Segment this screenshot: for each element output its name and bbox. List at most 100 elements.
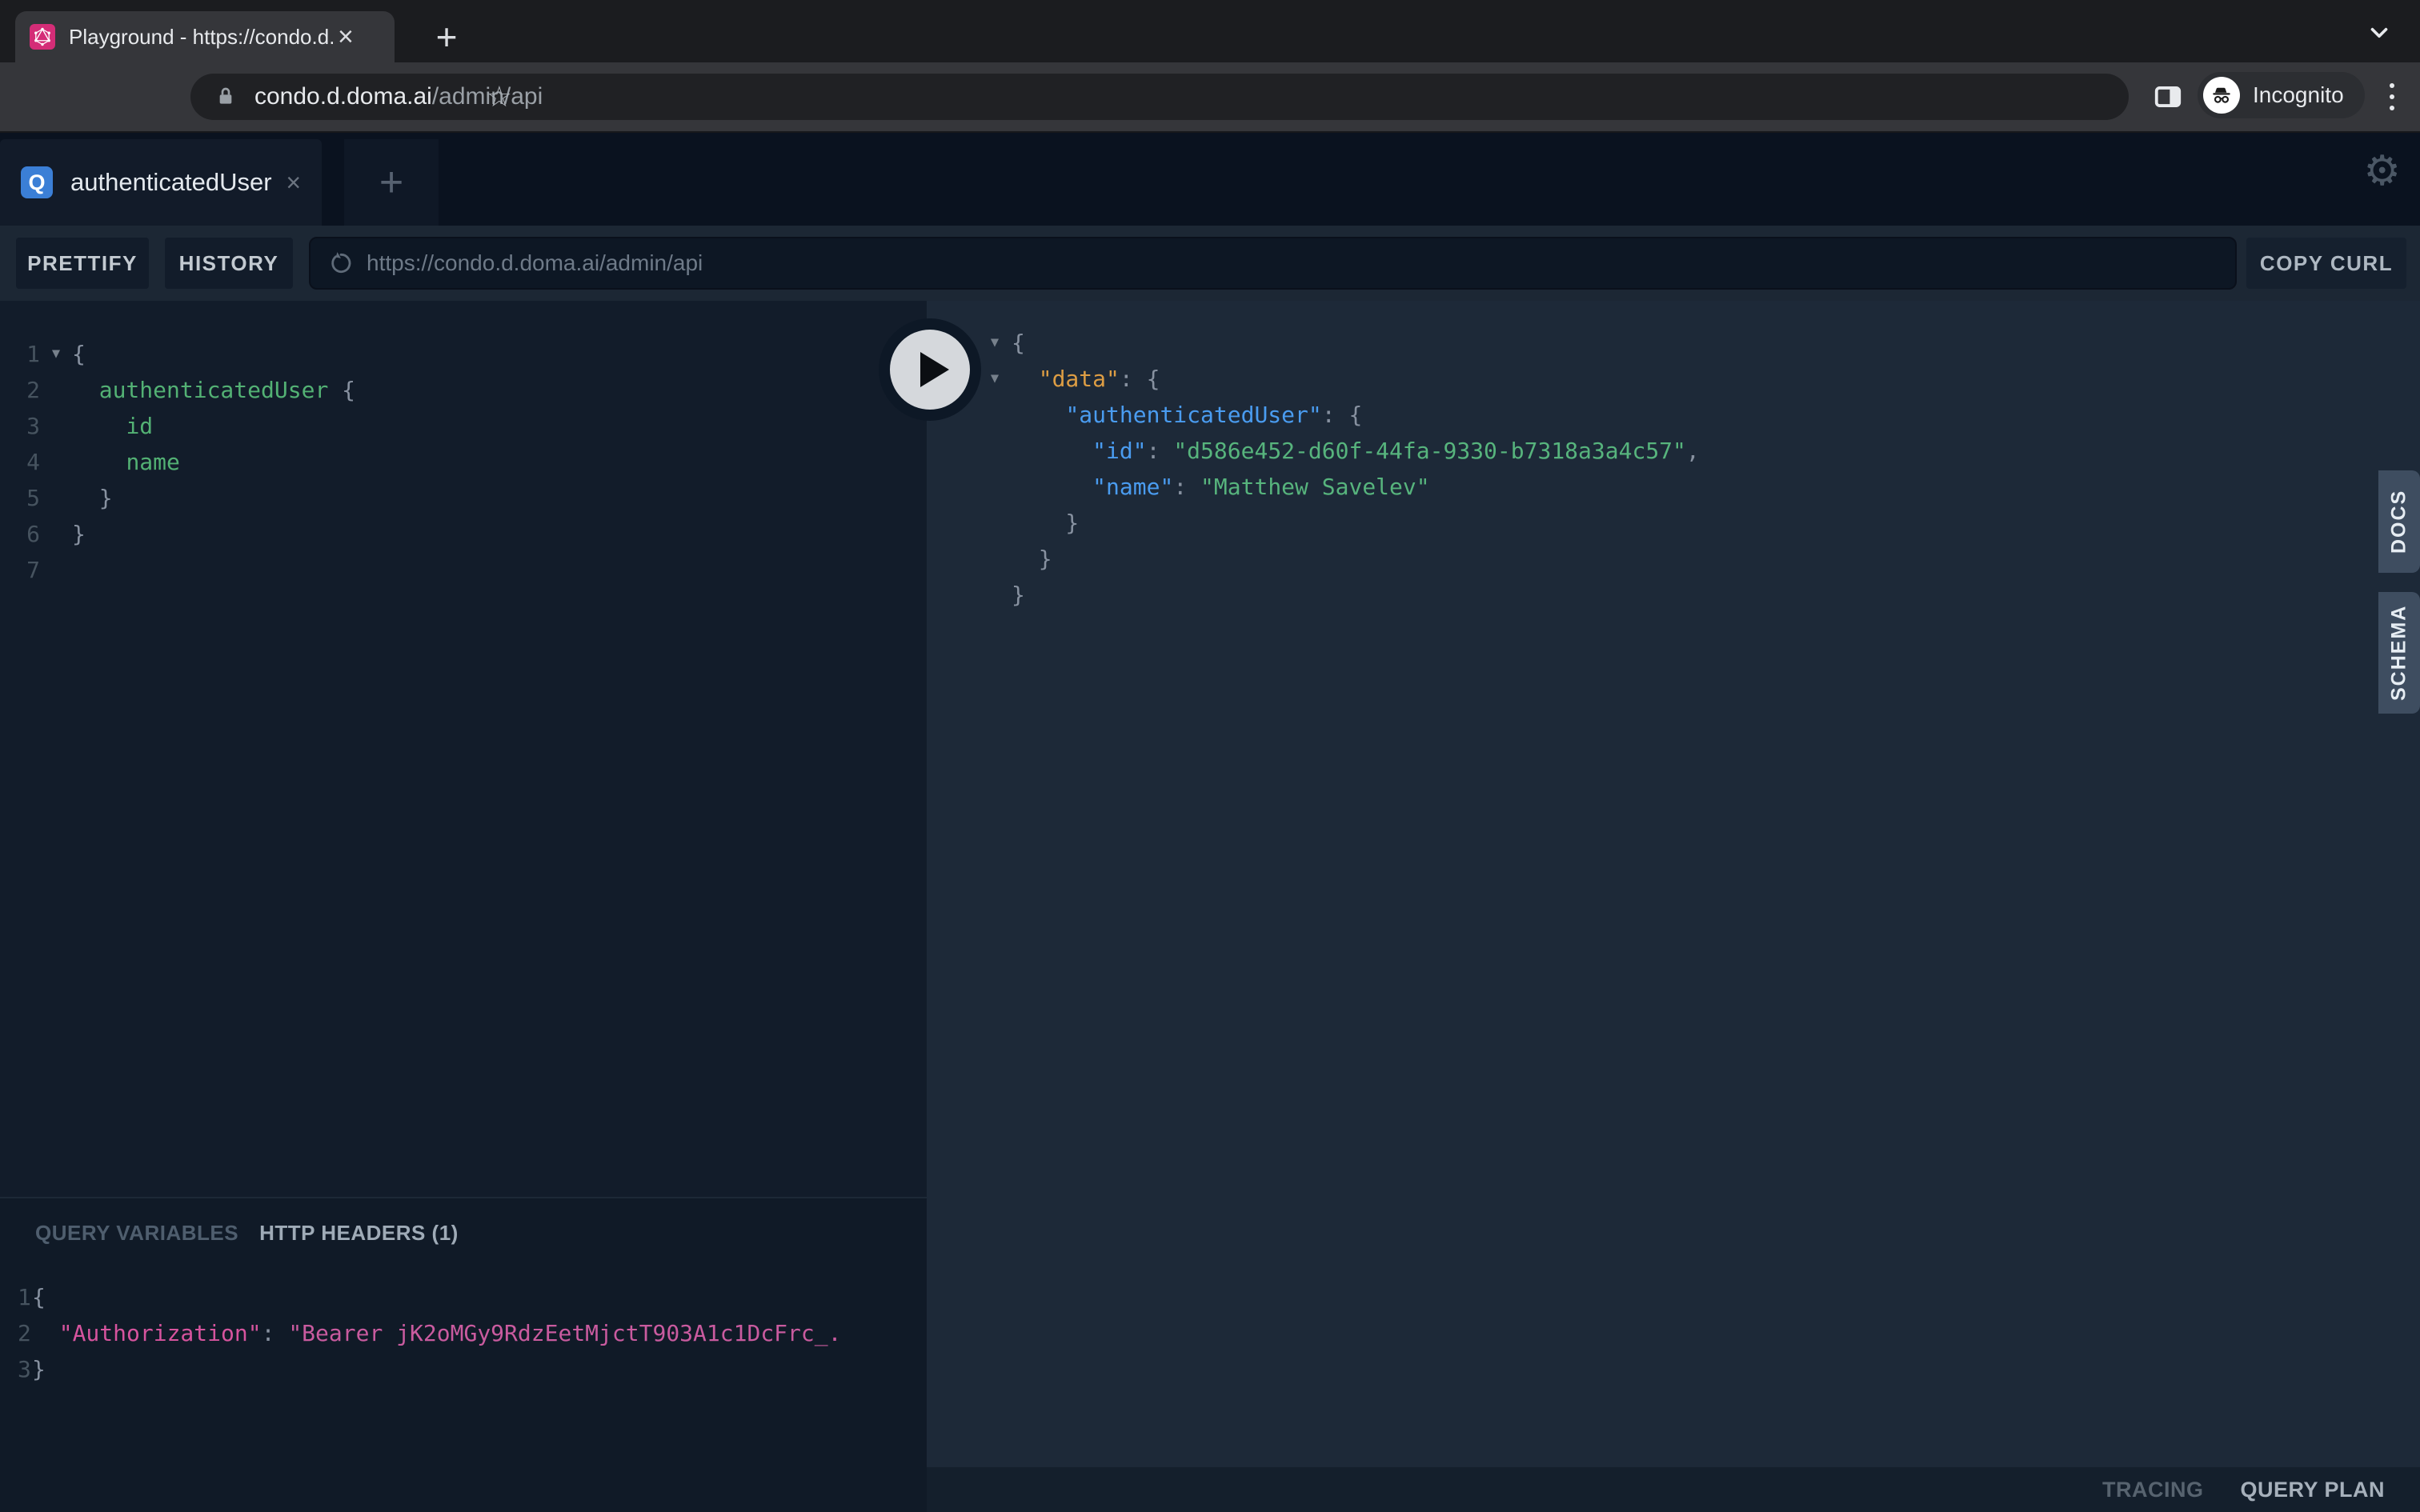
code-text: {: [1012, 325, 1025, 361]
prettify-button[interactable]: PRETTIFY: [16, 238, 149, 289]
browser-menu-icon[interactable]: [2390, 83, 2394, 110]
line-number: 5: [0, 480, 40, 516]
schema-side-tab[interactable]: SCHEMA: [2378, 592, 2420, 714]
code-text: "name": "Matthew Savelev": [1012, 469, 1430, 505]
response-line: "name": "Matthew Savelev": [978, 469, 2420, 505]
code-text: authenticatedUser {: [72, 372, 355, 408]
lock-icon: [213, 84, 238, 110]
fold-marker-icon: [40, 408, 72, 444]
fold-marker-icon: [40, 372, 72, 408]
tab-query-variables[interactable]: QUERY VARIABLES: [35, 1221, 238, 1246]
incognito-icon: [2203, 77, 2240, 114]
code-text: }: [1012, 505, 1079, 541]
fold-marker-icon: [40, 516, 72, 552]
fold-marker-icon: [978, 469, 1012, 505]
code-text: "data": {: [1012, 361, 1160, 397]
header-editor-line: 2 "Authorization": "Bearer jK2oMGy9RdzEe…: [0, 1315, 927, 1351]
endpoint-refresh-icon: [328, 250, 354, 276]
line-number: 2: [0, 1315, 32, 1351]
url-host: condo.d.doma.ai: [254, 83, 432, 110]
line-number: 3: [0, 408, 40, 444]
query-editor-line: 4 name: [0, 444, 927, 480]
browser-tab[interactable]: Playground - https://condo.d.d ×: [15, 11, 395, 62]
playground-page: Q authenticatedUser × + ⚙ PRETTIFY HISTO…: [0, 133, 2420, 1512]
line-number: 3: [0, 1351, 32, 1387]
fold-marker-icon[interactable]: ▼: [978, 325, 1012, 361]
response-line: }: [978, 505, 2420, 541]
tab-close-icon[interactable]: ×: [338, 23, 354, 50]
fold-marker-icon: [978, 577, 1012, 613]
line-number: 6: [0, 516, 40, 552]
playground-tab-close-icon[interactable]: ×: [286, 168, 301, 198]
code-text: name: [72, 444, 180, 480]
copy-curl-button[interactable]: COPY CURL: [2246, 238, 2406, 289]
incognito-label: Incognito: [2253, 82, 2344, 108]
fold-marker-icon: [40, 552, 72, 588]
play-icon: [920, 352, 949, 387]
browser-tab-title: Playground - https://condo.d.d: [69, 25, 333, 50]
execute-query-button[interactable]: [879, 318, 981, 421]
line-number: 4: [0, 444, 40, 480]
fold-marker-icon: [978, 433, 1012, 469]
code-text: "Authorization": "Bearer jK2oMGy9RdzEetM…: [32, 1315, 841, 1351]
header-editor-line: 1{: [0, 1279, 927, 1315]
play-circle: [890, 330, 970, 410]
fold-marker-icon: [978, 541, 1012, 577]
fold-marker-icon: [40, 480, 72, 516]
line-number: 2: [0, 372, 40, 408]
response-pane: ▼{▼ "data": { "authenticatedUser": { "id…: [927, 301, 2420, 1512]
bookmark-star-icon[interactable]: ☆: [487, 80, 512, 114]
line-number: 1: [0, 1279, 32, 1315]
tab-search-chevron-icon[interactable]: [2366, 19, 2393, 50]
graphql-favicon-icon: [30, 24, 55, 50]
response-viewer[interactable]: ▼{▼ "data": { "authenticatedUser": { "id…: [927, 301, 2420, 613]
browser-toolbar: condo.d.doma.ai/admin/api ☆ Incognito: [0, 62, 2420, 133]
response-line: "id": "d586e452-d60f-44fa-9330-b7318a3a4…: [978, 433, 2420, 469]
response-line: }: [978, 577, 2420, 613]
playground-tab-title: authenticatedUser: [70, 168, 272, 197]
history-button[interactable]: HISTORY: [165, 238, 293, 289]
variables-tabs: QUERY VARIABLES HTTP HEADERS (1): [0, 1198, 927, 1246]
query-badge: Q: [21, 166, 53, 198]
query-editor-line: 7: [0, 552, 927, 588]
line-number: 7: [0, 552, 40, 588]
response-line: }: [978, 541, 2420, 577]
code-text: "id": "d586e452-d60f-44fa-9330-b7318a3a4…: [1012, 433, 1700, 469]
tracing-button[interactable]: TRACING: [2102, 1478, 2204, 1502]
settings-gear-icon[interactable]: ⚙: [2363, 147, 2401, 195]
query-editor-line: 2 authenticatedUser {: [0, 372, 927, 408]
query-editor[interactable]: 1▼{2 authenticatedUser {3 id4 name5 }6}7: [0, 301, 927, 588]
code-text: id: [72, 408, 153, 444]
endpoint-input[interactable]: https://condo.d.doma.ai/admin/api: [309, 237, 2237, 290]
code-text: "authenticatedUser": {: [1012, 397, 1362, 433]
address-bar[interactable]: condo.d.doma.ai/admin/api: [190, 74, 2129, 120]
code-text: }: [72, 480, 113, 516]
endpoint-url: https://condo.d.doma.ai/admin/api: [367, 250, 703, 276]
status-bar: TRACING QUERY PLAN: [927, 1467, 2420, 1512]
response-line: "authenticatedUser": {: [978, 397, 2420, 433]
http-headers-editor[interactable]: 1{2 "Authorization": "Bearer jK2oMGy9Rdz…: [0, 1279, 927, 1387]
docs-side-tab[interactable]: DOCS: [2378, 470, 2420, 573]
playground-tab[interactable]: Q authenticatedUser ×: [0, 139, 322, 226]
side-panel-icon[interactable]: [2153, 82, 2183, 116]
query-editor-line: 5 }: [0, 480, 927, 516]
response-line: ▼{: [978, 325, 2420, 361]
playground-body: 1▼{2 authenticatedUser {3 id4 name5 }6}7…: [0, 301, 2420, 1512]
fold-marker-icon: [40, 444, 72, 480]
fold-marker-icon: [978, 505, 1012, 541]
code-text: {: [72, 336, 86, 372]
new-tab-button[interactable]: +: [423, 13, 471, 61]
code-text: }: [1012, 577, 1025, 613]
code-text: }: [1012, 541, 1052, 577]
playground-tab-bar: Q authenticatedUser × + ⚙: [0, 133, 2420, 226]
fold-marker-icon[interactable]: ▼: [40, 336, 72, 372]
header-editor-line: 3}: [0, 1351, 927, 1387]
tab-http-headers[interactable]: HTTP HEADERS (1): [259, 1221, 459, 1246]
playground-toolbar: PRETTIFY HISTORY https://condo.d.doma.ai…: [0, 226, 2420, 301]
query-editor-line: 3 id: [0, 408, 927, 444]
fold-marker-icon[interactable]: ▼: [978, 361, 1012, 397]
playground-new-tab-button[interactable]: +: [344, 139, 439, 226]
query-editor-line: 1▼{: [0, 336, 927, 372]
query-editor-pane[interactable]: 1▼{2 authenticatedUser {3 id4 name5 }6}7…: [0, 301, 927, 1512]
query-plan-button[interactable]: QUERY PLAN: [2240, 1478, 2385, 1502]
